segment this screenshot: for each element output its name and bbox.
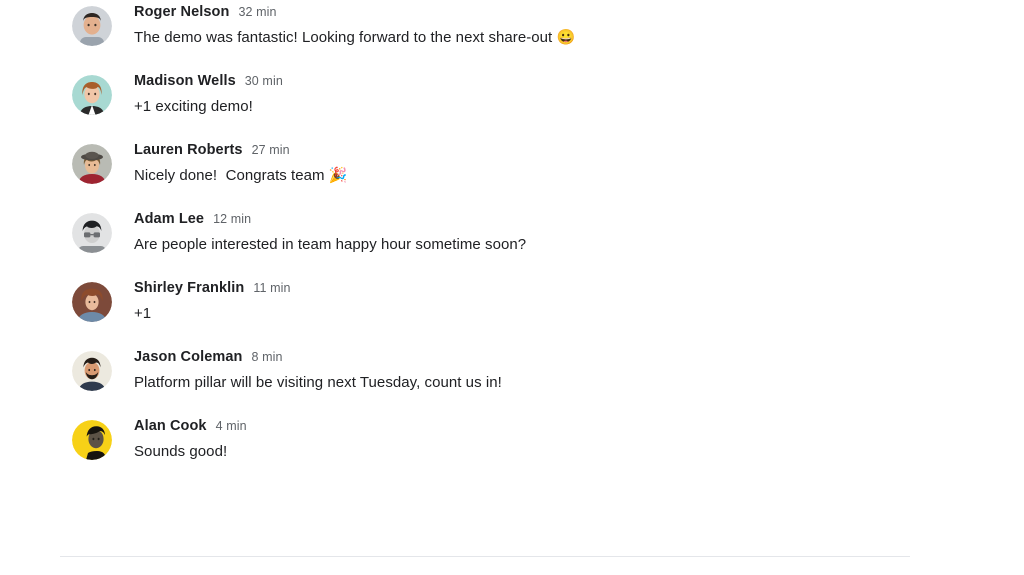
message-timestamp: 12 min <box>213 212 252 226</box>
message-text: Are people interested in team happy hour… <box>134 236 527 253</box>
message-header: Jason Coleman 8 min <box>134 347 502 369</box>
message-sender: Alan Cook <box>134 418 207 434</box>
message-item[interactable]: Lauren Roberts 27 min Nicely done! Congr… <box>0 140 1024 209</box>
message-body: Jason Coleman 8 min Platform pillar will… <box>134 347 502 394</box>
message-text-content: Nicely done! Congrats team <box>134 167 329 184</box>
message-timestamp: 8 min <box>251 350 283 364</box>
message-header: Alan Cook 4 min <box>134 416 247 438</box>
avatar[interactable] <box>72 351 112 391</box>
party-popper-emoji: 🎉 <box>328 167 348 184</box>
message-list[interactable]: Roger Nelson 32 min The demo was fantast… <box>0 0 1024 490</box>
message-composer: Can we meet next week?tab <box>0 495 1024 565</box>
message-sender: Jason Coleman <box>134 349 243 365</box>
message-body: Madison Wells 30 min +1 exciting demo! <box>134 71 283 118</box>
message-item[interactable]: Jason Coleman 8 min Platform pillar will… <box>0 347 1024 416</box>
message-header: Adam Lee 12 min <box>134 209 526 231</box>
message-text-content: The demo was fantastic! Looking forward … <box>134 29 557 46</box>
message-header: Madison Wells 30 min <box>134 71 283 93</box>
message-text: The demo was fantastic! Looking forward … <box>134 26 575 49</box>
message-timestamp: 27 min <box>251 143 290 157</box>
message-header: Lauren Roberts 27 min <box>134 140 348 162</box>
message-timestamp: 4 min <box>215 419 247 433</box>
message-text: Sounds good! <box>134 443 228 460</box>
message-timestamp: 30 min <box>244 74 283 88</box>
message-text: +1 exciting demo! <box>134 98 253 115</box>
message-body: Shirley Franklin 11 min +1 <box>134 278 291 325</box>
avatar[interactable] <box>72 420 112 460</box>
message-sender: Roger Nelson <box>134 4 230 20</box>
message-timestamp: 32 min <box>238 5 277 19</box>
composer-divider <box>60 556 910 557</box>
avatar[interactable] <box>72 144 112 184</box>
message-item[interactable]: Adam Lee 12 min Are people interested in… <box>0 209 1024 278</box>
message-text: Platform pillar will be visiting next Tu… <box>134 374 502 391</box>
message-body: Alan Cook 4 min Sounds good! <box>134 416 247 463</box>
message-sender: Shirley Franklin <box>134 280 245 296</box>
message-sender: Lauren Roberts <box>134 142 243 158</box>
message-item[interactable]: Shirley Franklin 11 min +1 <box>0 278 1024 347</box>
chat-app: Roger Nelson 32 min The demo was fantast… <box>0 0 1024 575</box>
message-item[interactable]: Madison Wells 30 min +1 exciting demo! <box>0 71 1024 140</box>
message-timestamp: 11 min <box>253 281 291 295</box>
message-item[interactable]: Roger Nelson 32 min The demo was fantast… <box>0 2 1024 71</box>
avatar[interactable] <box>72 75 112 115</box>
message-header: Shirley Franklin 11 min <box>134 278 291 300</box>
message-sender: Adam Lee <box>134 211 205 227</box>
message-header: Roger Nelson 32 min <box>134 2 575 24</box>
message-item[interactable]: Alan Cook 4 min Sounds good! <box>0 416 1024 485</box>
grinning-face-emoji: 😀 <box>556 29 576 46</box>
message-body: Lauren Roberts 27 min Nicely done! Congr… <box>134 140 348 187</box>
avatar[interactable] <box>72 6 112 46</box>
message-body: Roger Nelson 32 min The demo was fantast… <box>134 2 575 49</box>
message-sender: Madison Wells <box>134 73 236 89</box>
avatar[interactable] <box>72 282 112 322</box>
message-body: Adam Lee 12 min Are people interested in… <box>134 209 526 256</box>
avatar[interactable] <box>72 213 112 253</box>
message-text: +1 <box>134 305 152 322</box>
message-text: Nicely done! Congrats team 🎉 <box>134 164 348 187</box>
